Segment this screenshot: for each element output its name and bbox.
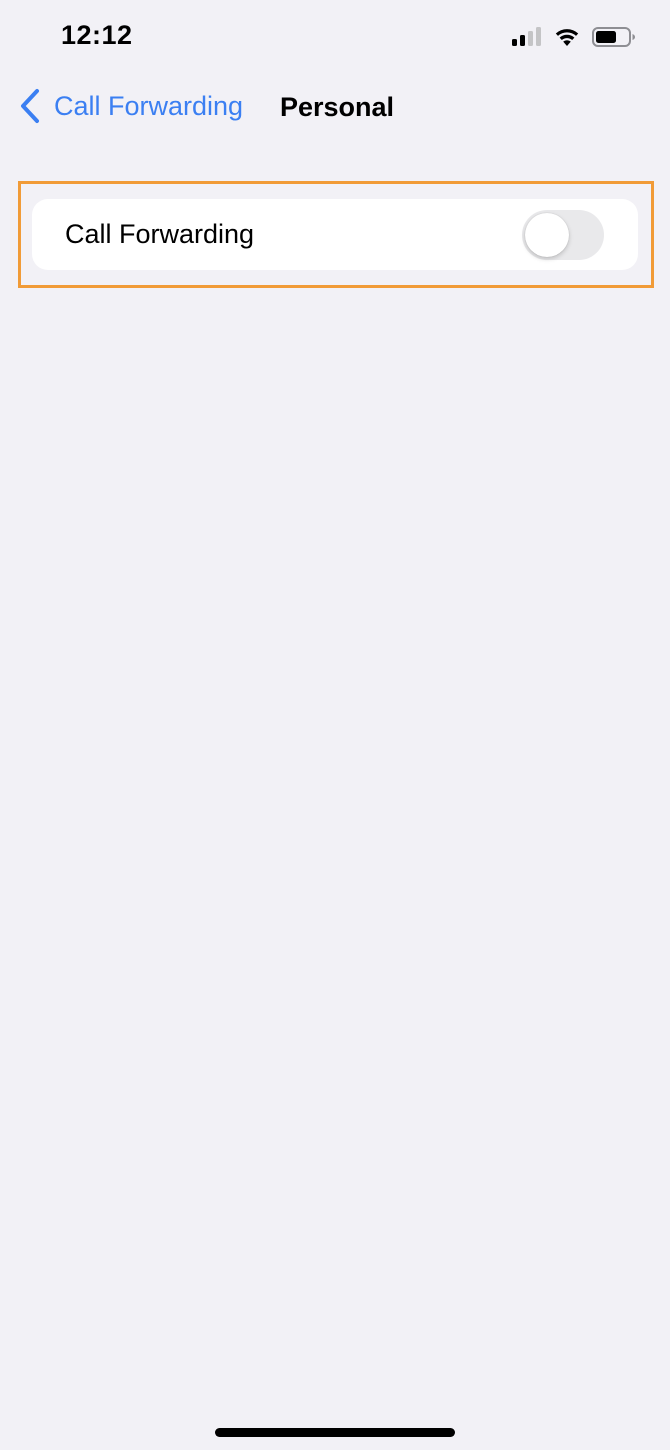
page-title: Personal [280, 92, 395, 122]
back-button[interactable]: Call Forwarding [18, 88, 243, 124]
status-bar: 12:12 [0, 0, 670, 80]
chevron-left-icon [21, 89, 39, 123]
home-indicator [215, 1428, 455, 1437]
wifi-icon [555, 29, 579, 46]
battery-icon [592, 27, 635, 47]
toggle-knob [525, 213, 569, 257]
status-time: 12:12 [61, 20, 133, 50]
signal-icon [512, 27, 541, 46]
back-button-label: Call Forwarding [54, 90, 244, 121]
settings-group: Call Forwarding [32, 199, 638, 270]
status-icons [512, 24, 636, 50]
call-forwarding-label: Call Forwarding [65, 219, 255, 249]
call-forwarding-toggle[interactable] [522, 210, 604, 260]
navigation-bar: Call Forwarding Personal [0, 80, 670, 140]
